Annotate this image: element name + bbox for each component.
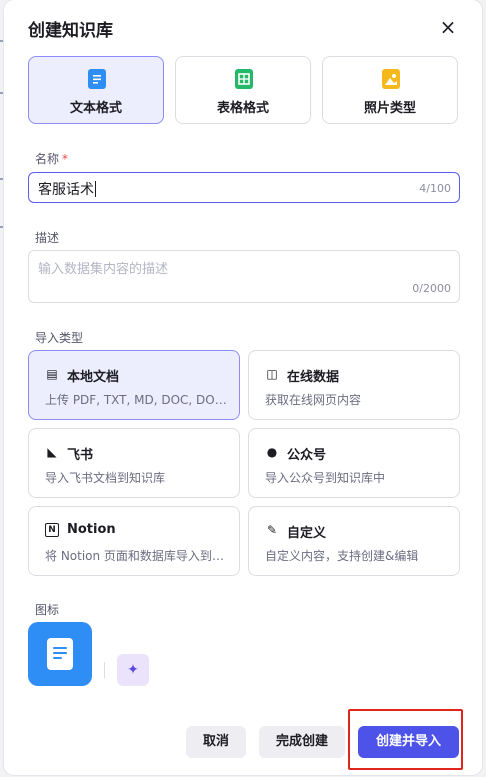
dialog-title: 创建知识库 (28, 21, 113, 41)
description-label: 描述 (35, 231, 60, 245)
divider (104, 662, 105, 678)
format-card-table[interactable]: 表格格式 (175, 56, 311, 124)
feishu-icon: ◣ (47, 445, 57, 459)
format-label: 表格格式 (216, 101, 269, 116)
notion-icon: N (45, 523, 59, 537)
close-icon[interactable]: × (438, 16, 458, 38)
format-label: 照片类型 (363, 101, 416, 116)
table-icon (235, 69, 253, 89)
text-caret (95, 181, 96, 197)
description-textarea[interactable]: 输入数据集内容的描述 0/2000 (28, 250, 460, 303)
document-icon (47, 638, 73, 670)
import-option-desc: 自定义内容，支持创建&编辑 (265, 549, 419, 563)
import-option-title: 公众号 (287, 448, 327, 463)
import-option-desc: 导入公众号到知识库中 (265, 471, 386, 485)
image-icon (382, 69, 400, 89)
import-option-wechat-official[interactable]: ● 公众号 导入公众号到知识库中 (248, 428, 460, 498)
create-knowledge-base-dialog: 创建知识库 × 文本格式 表格格式 照片类型 名称 * 客服话术 4/100 描述… (4, 0, 482, 775)
finish-create-button[interactable]: 完成创建 (259, 726, 345, 758)
import-type-label: 导入类型 (35, 331, 84, 345)
name-input[interactable]: 客服话术 4/100 (28, 172, 460, 203)
import-option-title: 自定义 (287, 526, 327, 541)
icon-label: 图标 (35, 603, 60, 617)
import-option-custom[interactable]: ✎ 自定义 自定义内容，支持创建&编辑 (248, 506, 460, 576)
custom-edit-icon: ✎ (266, 523, 278, 537)
import-option-desc: 将 Notion 页面和数据库导入到知识库中 (45, 549, 227, 563)
import-option-online-data[interactable]: ◫ 在线数据 获取在线网页内容 (248, 350, 460, 420)
name-label-text: 名称 (35, 152, 60, 166)
required-mark: * (62, 152, 69, 166)
format-card-text[interactable]: 文本格式 (28, 56, 164, 124)
highlight-box (348, 709, 463, 770)
file-text-icon: ▤ (46, 367, 58, 381)
name-char-counter: 4/100 (419, 182, 451, 195)
ai-generate-icon-button[interactable]: ✦ (117, 654, 149, 686)
document-icon (88, 69, 106, 89)
format-label: 文本格式 (69, 101, 122, 116)
cancel-button[interactable]: 取消 (186, 726, 246, 758)
import-option-title: Notion (67, 522, 116, 537)
knowledge-base-avatar[interactable] (28, 622, 92, 686)
import-option-desc: 获取在线网页内容 (265, 393, 362, 407)
description-char-counter: 0/2000 (412, 282, 451, 295)
import-option-notion[interactable]: N Notion 将 Notion 页面和数据库导入到知识库中 (28, 506, 240, 576)
import-option-desc: 导入飞书文档到知识库 (45, 471, 166, 485)
import-option-title: 本地文档 (67, 370, 120, 385)
import-option-local-document[interactable]: ▤ 本地文档 上传 PDF, TXT, MD, DOC, DOCX 格式的本地文… (28, 350, 240, 420)
name-label: 名称 * (35, 150, 68, 167)
format-card-image[interactable]: 照片类型 (322, 56, 458, 124)
description-placeholder: 输入数据集内容的描述 (38, 262, 169, 277)
import-option-title: 飞书 (67, 448, 94, 463)
import-option-feishu[interactable]: ◣ 飞书 导入飞书文档到知识库 (28, 428, 240, 498)
wechat-icon: ● (266, 445, 278, 459)
import-option-desc: 上传 PDF, TXT, MD, DOC, DOCX 格式的本地文件 (45, 393, 227, 407)
import-option-title: 在线数据 (287, 370, 340, 385)
web-page-icon: ◫ (266, 367, 278, 381)
name-input-value: 客服话术 (38, 182, 94, 198)
